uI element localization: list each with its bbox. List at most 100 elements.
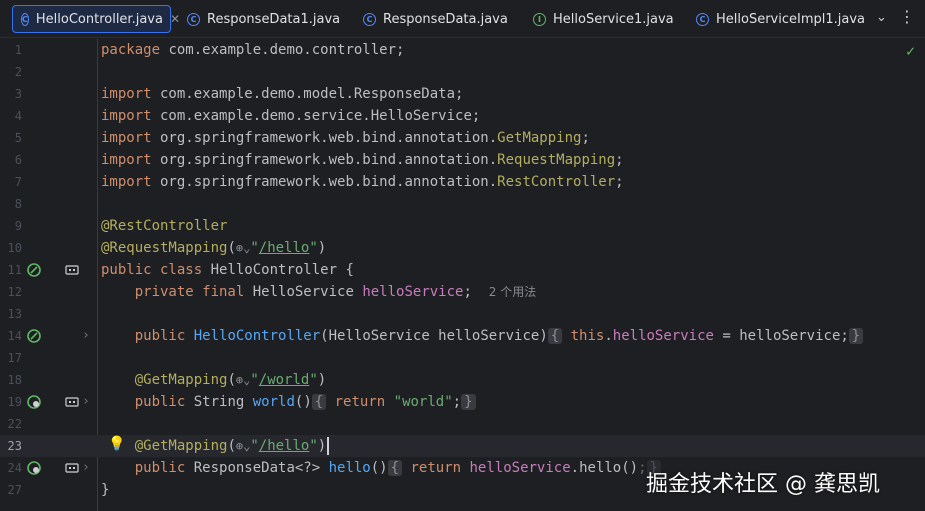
chevron-down-icon[interactable]: ⌄ <box>876 10 887 25</box>
spring-bean-icon[interactable] <box>26 328 42 344</box>
tab-label: HelloService1.java <box>553 11 674 27</box>
globe-icon[interactable]: ⊕⌄ <box>236 369 250 391</box>
spring-bean-icon[interactable] <box>26 262 42 278</box>
code-line: 13 <box>0 303 925 325</box>
line-number: 14 <box>7 329 22 343</box>
code-line: 6 import org.springframework.web.bind.an… <box>0 149 925 171</box>
endpoints-icon[interactable] <box>64 460 80 476</box>
code-text: @RequestMapping(⊕⌄"/hello") <box>101 237 326 259</box>
code-line: 17 <box>0 347 925 369</box>
code-text: @GetMapping(⊕⌄"/hello") <box>101 435 330 457</box>
globe-icon[interactable]: ⊕⌄ <box>236 435 250 457</box>
code-line: 10 @RequestMapping(⊕⌄"/hello") <box>0 237 925 259</box>
class-icon: C <box>187 12 200 26</box>
tab-label: ResponseData.java <box>383 11 508 27</box>
code-line: 22 <box>0 413 925 435</box>
code-line: 1 package com.example.demo.controller; ✓ <box>0 39 925 61</box>
url-link[interactable]: /hello <box>259 240 310 256</box>
line-number: 23 <box>7 439 22 453</box>
endpoints-icon[interactable] <box>64 262 80 278</box>
line-number: 12 <box>7 285 22 299</box>
code-text: import org.springframework.web.bind.anno… <box>101 130 590 146</box>
code-line: 7 import org.springframework.web.bind.an… <box>0 171 925 193</box>
tab-label: HelloServiceImpl1.java <box>716 11 865 27</box>
interface-icon: I <box>533 12 546 26</box>
code-line: 8 <box>0 193 925 215</box>
watermark: 掘金技术社区 @ 龚思凯 <box>646 472 880 497</box>
class-icon: C <box>21 12 29 26</box>
tab-responsedata1[interactable]: C ResponseData1.java <box>187 5 340 33</box>
tab-helloservice1[interactable]: I HelloService1.java <box>533 5 674 33</box>
tab-helloserviceimpl1[interactable]: C HelloServiceImpl1.java <box>696 5 865 33</box>
line-number: 4 <box>14 109 22 123</box>
line-number: 24 <box>7 461 22 475</box>
line-number: 1 <box>14 43 22 57</box>
editor-tab-bar: C HelloController.java ✕ C ResponseData1… <box>0 0 925 38</box>
code-text: } <box>101 482 110 498</box>
code-line: 18 @GetMapping(⊕⌄"/world") <box>0 369 925 391</box>
tab-label: ResponseData1.java <box>207 11 341 27</box>
line-number: 8 <box>14 197 22 211</box>
folded-region[interactable]: { <box>387 460 403 476</box>
code-text: import com.example.demo.model.ResponseDa… <box>101 86 464 102</box>
line-number: 19 <box>7 395 22 409</box>
line-number: 27 <box>7 483 22 497</box>
code-line: 5 import org.springframework.web.bind.an… <box>0 127 925 149</box>
code-line: 4 import com.example.demo.service.HelloS… <box>0 105 925 127</box>
current-code-line: 23 💡 @GetMapping(⊕⌄"/hello") <box>0 435 925 457</box>
folded-region[interactable]: { <box>311 394 327 410</box>
code-text: public String world(){ return "world";} <box>101 391 476 413</box>
line-number: 5 <box>14 131 22 145</box>
code-text: import org.springframework.web.bind.anno… <box>101 152 624 168</box>
line-number: 17 <box>7 351 22 365</box>
more-vertical-icon[interactable]: ⋮ <box>899 7 915 26</box>
web-endpoint-icon[interactable] <box>26 394 42 410</box>
tab-responsedata[interactable]: C ResponseData.java <box>363 5 508 33</box>
expand-fold-icon[interactable]: › <box>82 325 90 347</box>
code-line: 14 › public HelloController(HelloService… <box>0 325 925 347</box>
endpoints-icon[interactable] <box>64 394 80 410</box>
checkmark-icon[interactable]: ✓ <box>906 42 915 60</box>
code-text: import org.springframework.web.bind.anno… <box>101 174 624 190</box>
code-text: package com.example.demo.controller; <box>101 42 405 58</box>
code-line: 19 › public String world(){ return "worl… <box>0 391 925 413</box>
line-number: 11 <box>7 263 22 277</box>
folded-region[interactable]: { <box>547 328 563 344</box>
code-line: 12 private final HelloService helloServi… <box>0 281 925 303</box>
expand-fold-icon[interactable]: › <box>82 391 90 413</box>
code-editor[interactable]: 1 package com.example.demo.controller; ✓… <box>0 39 925 511</box>
line-number: 22 <box>7 417 22 431</box>
line-number: 3 <box>14 87 22 101</box>
line-number: 9 <box>14 219 22 233</box>
line-number: 6 <box>14 153 22 167</box>
tab-label: HelloController.java <box>35 11 163 27</box>
code-line: 9 @RestController <box>0 215 925 237</box>
url-link[interactable]: /world <box>259 372 310 388</box>
folded-region[interactable]: } <box>461 394 476 410</box>
url-link[interactable]: /hello <box>259 438 310 454</box>
web-endpoint-icon[interactable] <box>26 460 42 476</box>
expand-fold-icon[interactable]: › <box>82 457 90 479</box>
code-text: public ResponseData<?> hello(){ return h… <box>101 457 661 479</box>
close-icon[interactable]: ✕ <box>170 12 180 26</box>
line-number: 7 <box>14 175 22 189</box>
folded-region[interactable]: } <box>848 328 864 344</box>
class-icon: C <box>363 12 376 26</box>
text-cursor <box>327 437 330 455</box>
code-line: 11 public class HelloController { <box>0 259 925 281</box>
code-text: import com.example.demo.service.HelloSer… <box>101 108 481 124</box>
class-icon: C <box>696 12 709 26</box>
tab-hellocontroller[interactable]: C HelloController.java ✕ <box>12 5 180 33</box>
usages-hint[interactable]: 2 个用法 <box>489 285 536 299</box>
code-line: 3 import com.example.demo.model.Response… <box>0 83 925 105</box>
code-text: private final HelloService helloService;… <box>134 284 537 300</box>
code-text: public HelloController(HelloService hell… <box>101 325 864 347</box>
code-text: @RestController <box>101 218 228 234</box>
line-number: 18 <box>7 373 22 387</box>
globe-icon[interactable]: ⊕⌄ <box>236 237 250 259</box>
code-text: public class HelloController { <box>101 262 354 278</box>
code-text: @GetMapping(⊕⌄"/world") <box>101 369 327 391</box>
line-number: 13 <box>7 307 22 321</box>
code-line: 2 <box>0 61 925 83</box>
line-number: 2 <box>14 65 22 79</box>
